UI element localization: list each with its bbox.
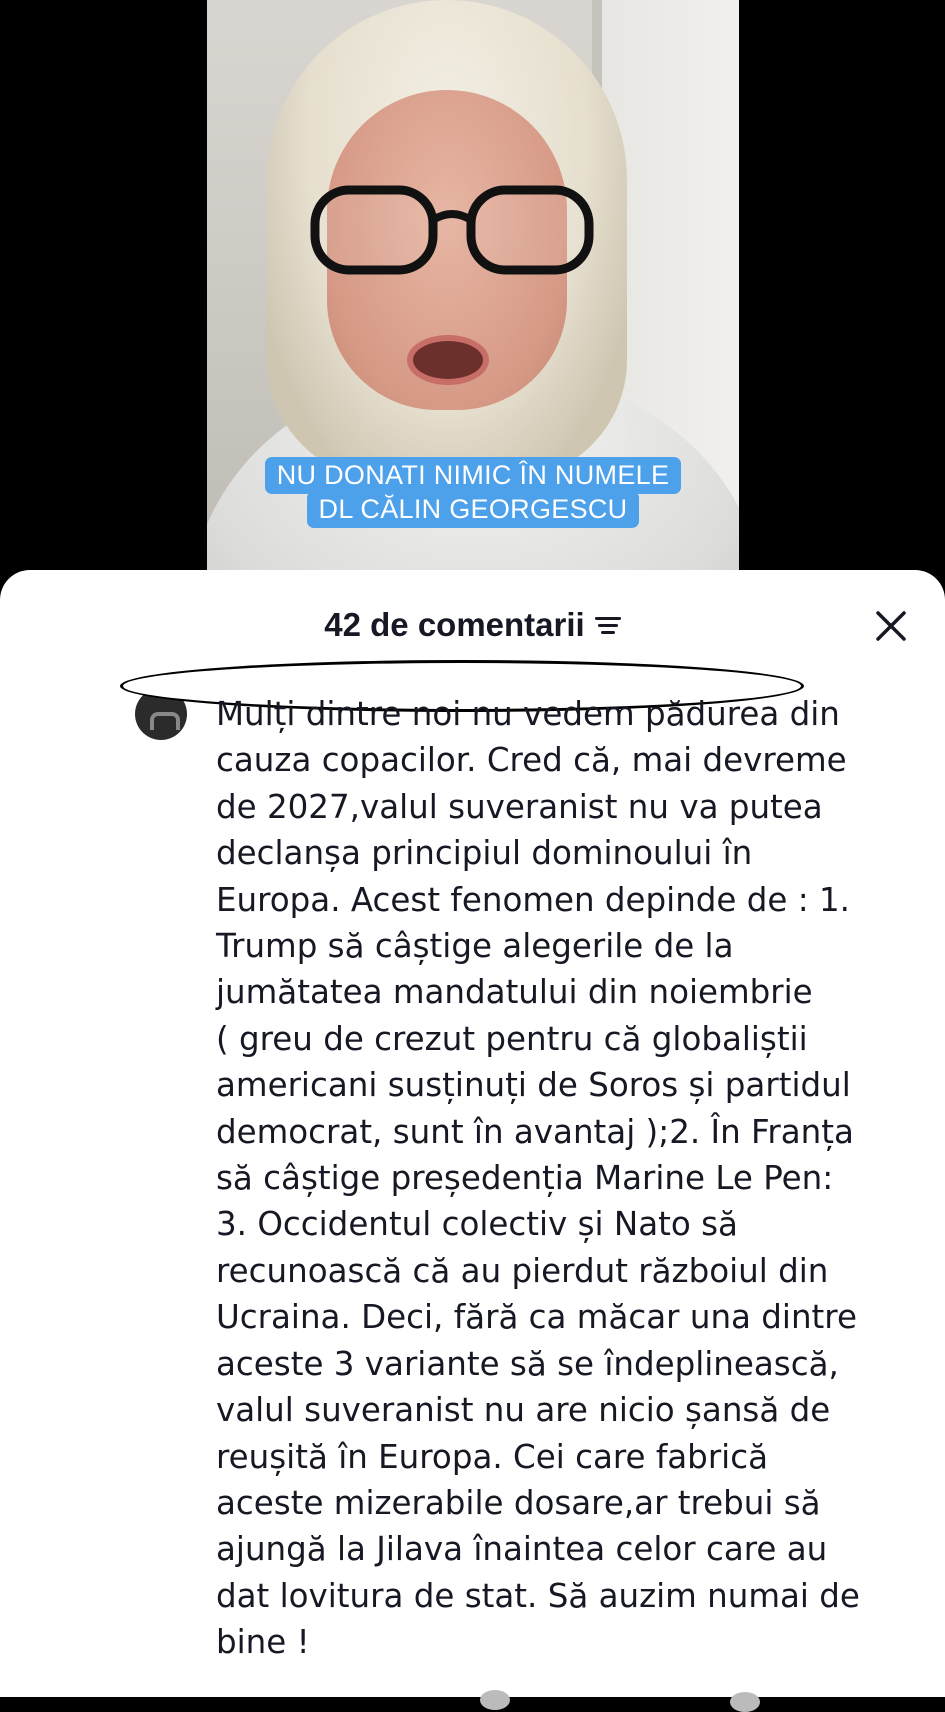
sort-lines-icon[interactable]	[594, 615, 621, 635]
next-comment-icon-hint	[730, 1692, 760, 1712]
video-frame[interactable]: NU DONATI NIMIC ÎN NUMELE DL CĂLIN GEORG…	[207, 0, 739, 600]
close-button[interactable]	[869, 604, 913, 648]
comments-count-label: 42 de comentarii	[324, 606, 585, 643]
comments-title: 42 de comentarii	[0, 606, 945, 644]
glasses-graphic	[310, 185, 594, 275]
video-player[interactable]: NU DONATI NIMIC ÎN NUMELE DL CĂLIN GEORG…	[0, 0, 945, 600]
next-comment-avatar-hint	[480, 1690, 510, 1710]
close-icon[interactable]	[869, 604, 913, 648]
comments-sheet: 42 de comentarii Mulți dintre noi nu ved…	[0, 570, 945, 1712]
comment-body: Mulți dintre noi nu vedem pădurea din ca…	[216, 695, 860, 1662]
comments-title-wrap[interactable]: 42 de comentarii	[324, 606, 621, 644]
person-mouth	[407, 335, 489, 385]
